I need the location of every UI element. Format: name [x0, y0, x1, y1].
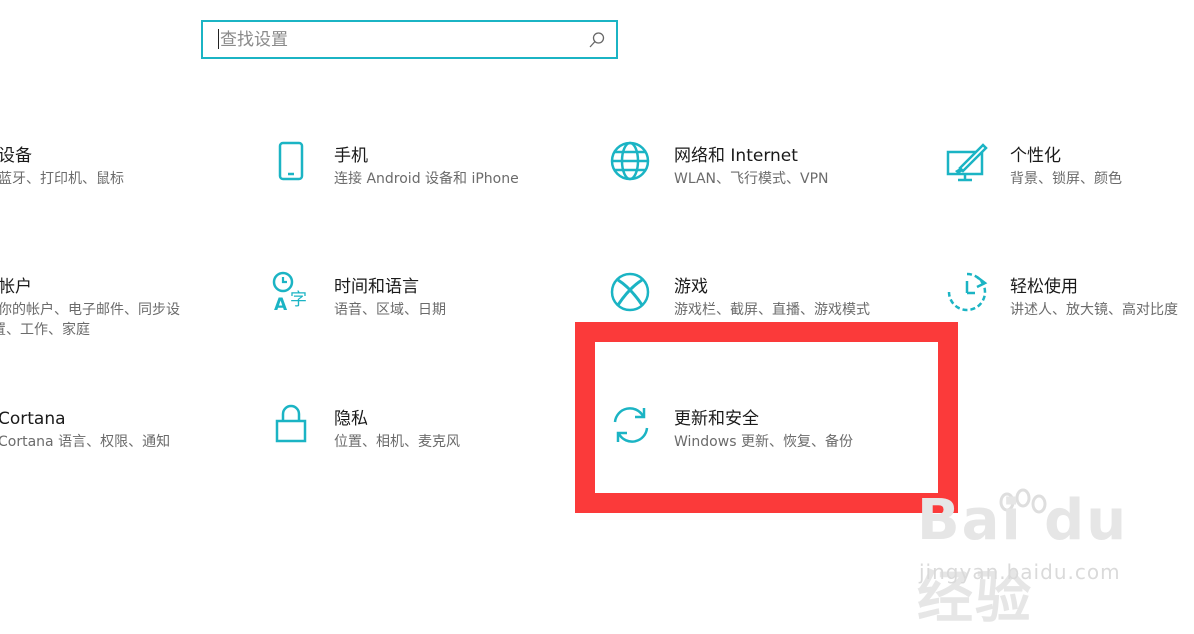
- paw-icon: [999, 488, 1047, 514]
- tile-desc: Cortana 语言、权限、通知: [0, 434, 171, 450]
- tile-title: 更新和安全: [674, 409, 759, 429]
- phone-icon: [278, 141, 304, 181]
- sync-icon: [613, 407, 649, 443]
- tile-privacy[interactable]: 隐私 位置、相机、麦克风: [270, 403, 570, 463]
- tile-devices[interactable]: 设备 蓝牙、打印机、鼠标: [0, 140, 200, 200]
- text-caret: [218, 29, 219, 49]
- time-language-icon: A 字: [272, 271, 307, 315]
- tile-ease-of-access[interactable]: 轻松使用 讲述人、放大镜、高对比度: [945, 271, 1194, 331]
- tile-title: 手机: [334, 146, 368, 166]
- tile-phone[interactable]: 手机 连接 Android 设备和 iPhone: [270, 140, 570, 200]
- personalization-icon: [946, 143, 988, 182]
- tile-desc-2: 置、工作、家庭: [0, 322, 90, 338]
- svg-text:A: A: [274, 295, 288, 315]
- search-icon[interactable]: [588, 31, 606, 49]
- tile-desc: 你的帐户、电子邮件、同步设: [0, 302, 180, 318]
- tile-title: 网络和 Internet: [674, 146, 798, 166]
- tile-title: 时间和语言: [334, 277, 419, 297]
- tile-desc: 讲述人、放大镜、高对比度: [1010, 302, 1178, 318]
- tile-title: Cortana: [0, 409, 66, 429]
- tile-desc: 蓝牙、打印机、鼠标: [0, 171, 124, 187]
- tile-desc: 语音、区域、日期: [334, 302, 446, 318]
- tile-title: 设备: [0, 146, 32, 166]
- tile-network[interactable]: 网络和 Internet WLAN、飞行模式、VPN: [609, 140, 909, 200]
- tile-personalization[interactable]: 个性化 背景、锁屏、颜色: [945, 140, 1190, 200]
- tile-desc: 位置、相机、麦克风: [334, 434, 460, 450]
- ease-of-access-icon: [947, 272, 988, 312]
- tile-title: 游戏: [674, 277, 708, 297]
- tile-desc: WLAN、飞行模式、VPN: [674, 171, 829, 187]
- tile-title: 个性化: [1010, 146, 1061, 166]
- tile-time-language[interactable]: A 字 时间和语言 语音、区域、日期: [270, 271, 570, 331]
- xbox-icon: [610, 272, 650, 312]
- tile-update-security[interactable]: 更新和安全 Windows 更新、恢复、备份: [609, 403, 909, 463]
- tile-title: 轻松使用: [1010, 277, 1078, 297]
- svg-text:字: 字: [290, 290, 307, 310]
- lock-icon: [275, 404, 307, 443]
- tile-accounts[interactable]: 帐户 你的帐户、电子邮件、同步设 置、工作、家庭: [0, 271, 200, 351]
- tile-title: 帐户: [0, 277, 32, 297]
- tile-desc: Windows 更新、恢复、备份: [674, 434, 853, 450]
- search-placeholder: 查找设置: [220, 30, 288, 50]
- tile-title: 隐私: [334, 409, 368, 429]
- search-box[interactable]: 查找设置: [201, 20, 618, 59]
- watermark-url: jingyan.baidu.com: [919, 560, 1121, 584]
- tile-cortana[interactable]: Cortana Cortana 语言、权限、通知: [0, 403, 200, 463]
- tile-desc: 游戏栏、截屏、直播、游戏模式: [674, 302, 870, 318]
- tile-desc: 背景、锁屏、颜色: [1010, 171, 1122, 187]
- tile-gaming[interactable]: 游戏 游戏栏、截屏、直播、游戏模式: [609, 271, 909, 331]
- tile-desc: 连接 Android 设备和 iPhone: [334, 171, 519, 187]
- globe-icon: [610, 141, 650, 181]
